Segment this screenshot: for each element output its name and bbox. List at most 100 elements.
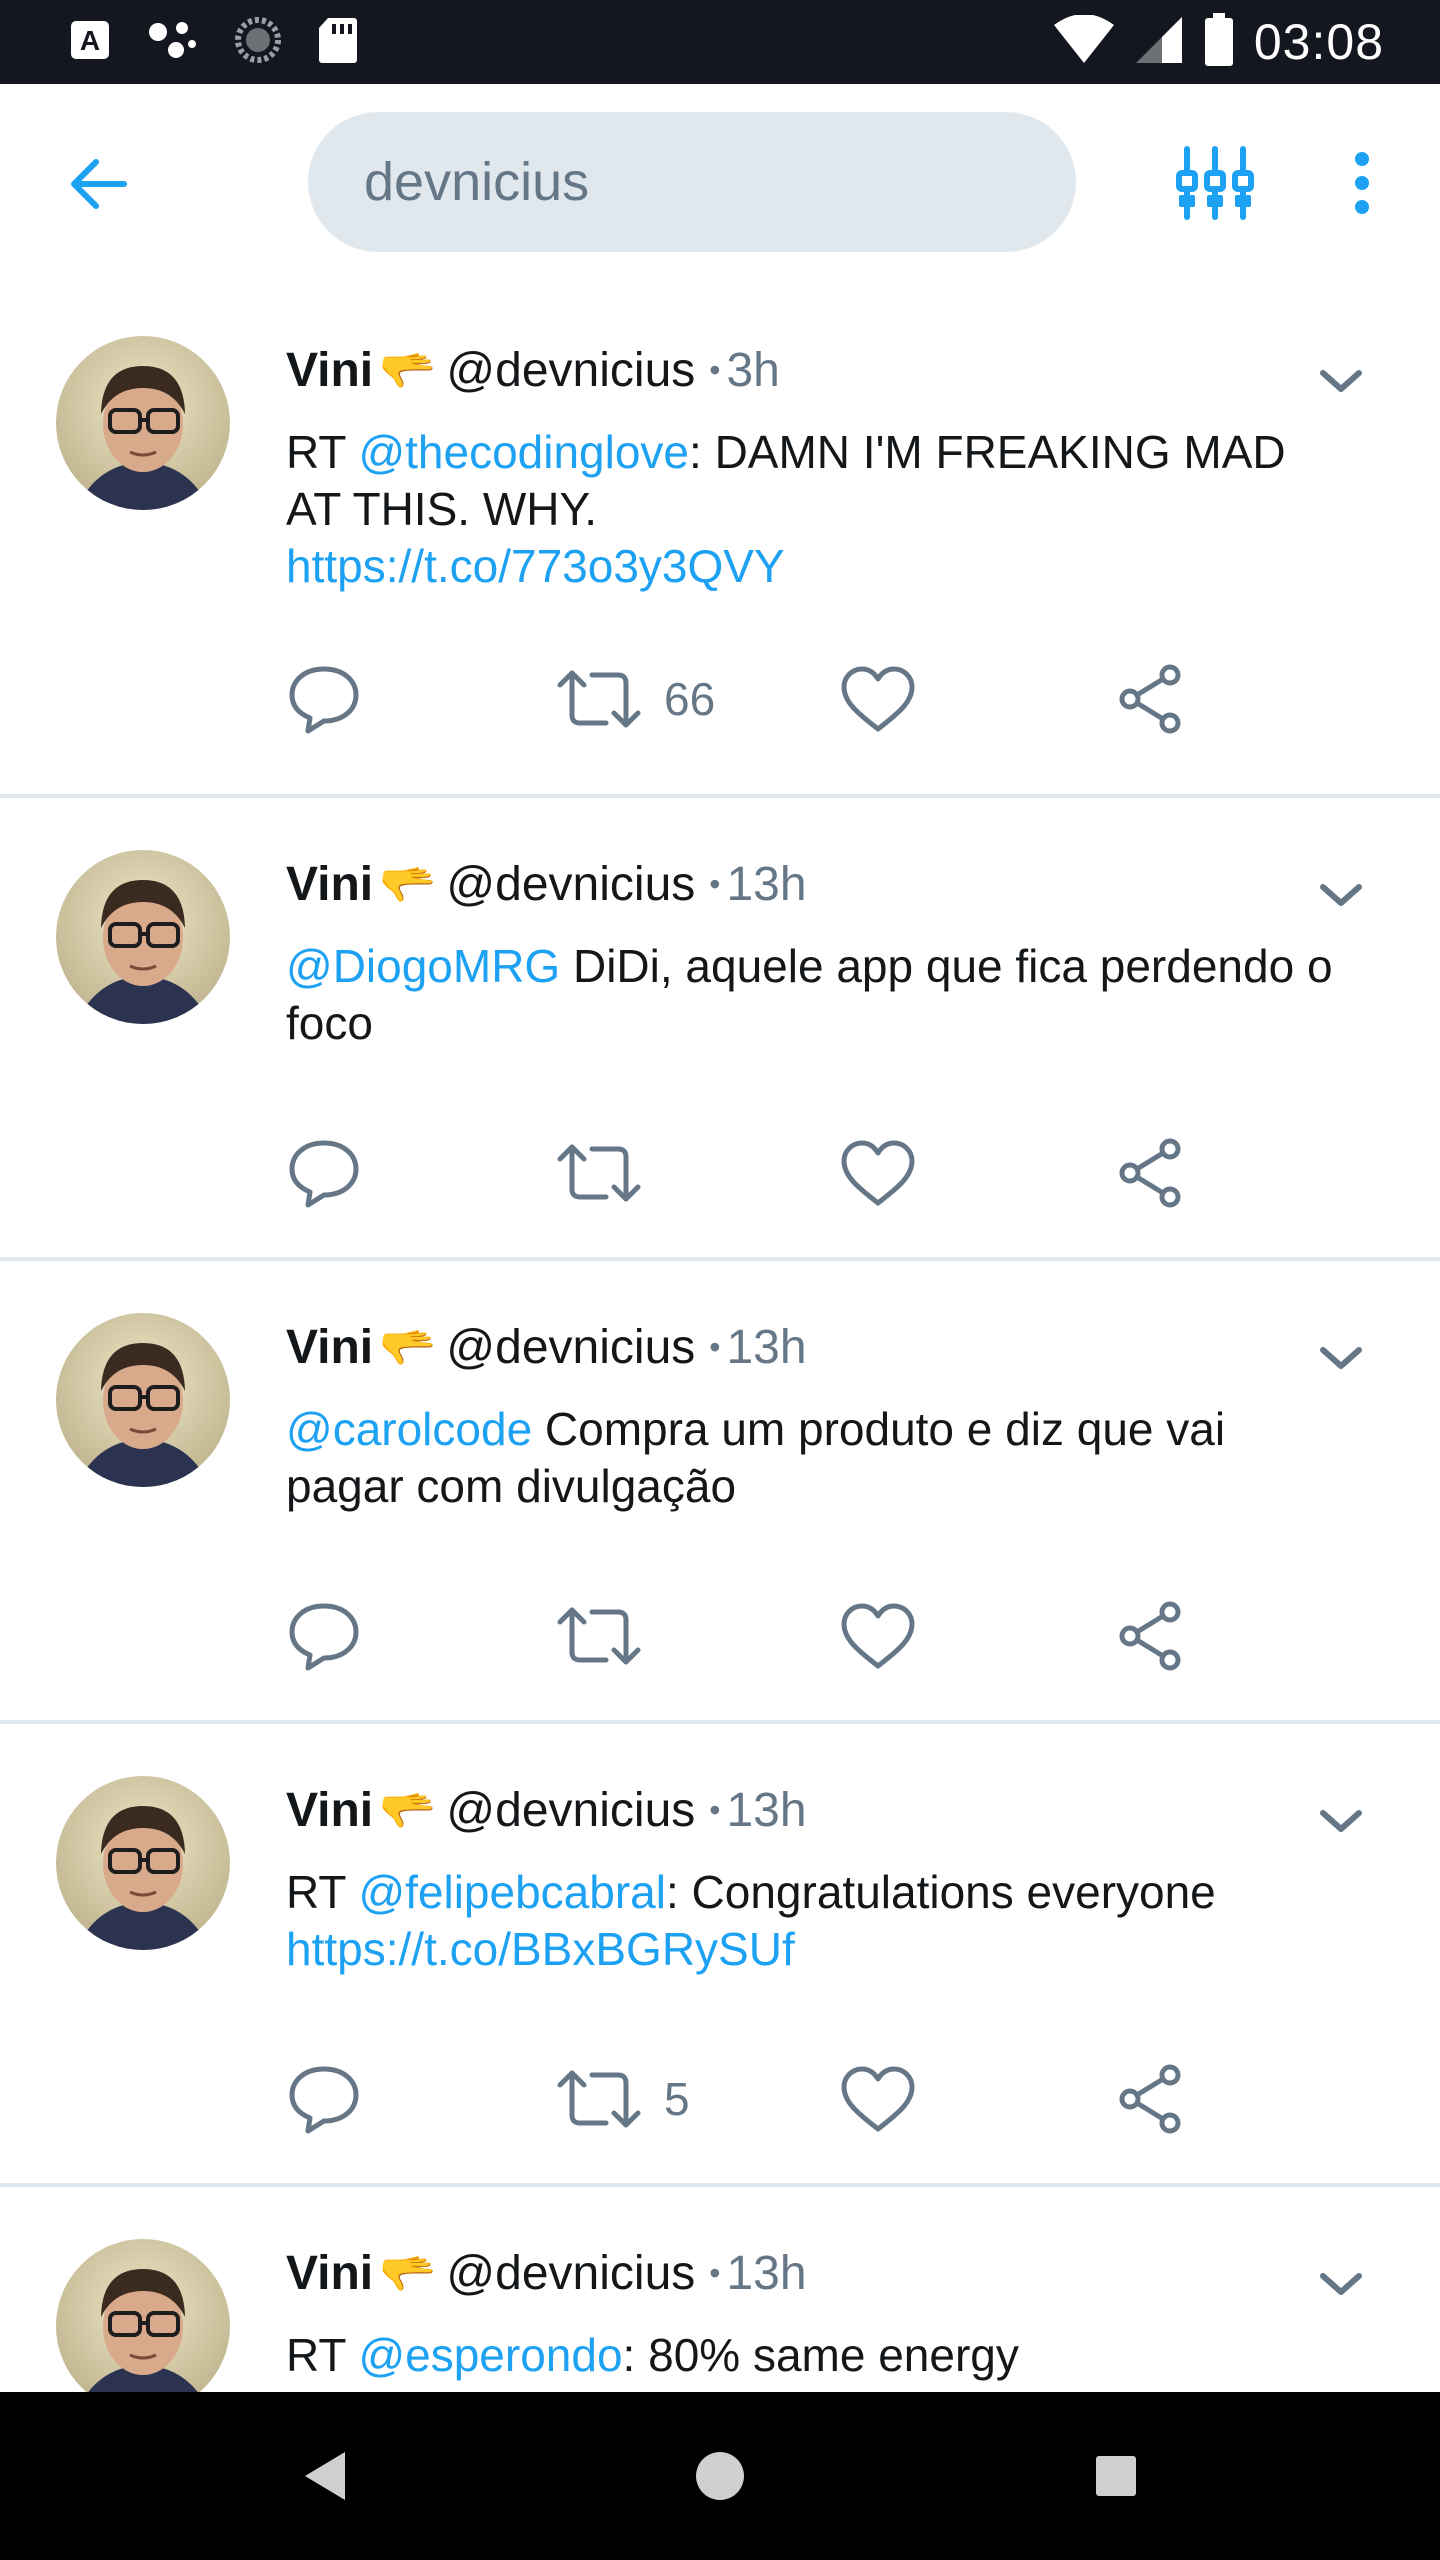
- share-button[interactable]: [1116, 2054, 1184, 2144]
- tweet-header: Vini 🫳 @devnicius • 13h: [286, 852, 807, 916]
- tweet-actions: 5: [286, 2054, 1246, 2144]
- tweet-text: @DiogoMRG DiDi, aquele app que fica perd…: [286, 938, 1346, 1052]
- tweet-menu-button[interactable]: [1306, 346, 1376, 416]
- tweet-author-handle[interactable]: @devnicius: [446, 343, 695, 398]
- avatar[interactable]: [56, 1313, 230, 1487]
- mention-link[interactable]: @carolcode: [286, 1403, 532, 1455]
- tweet-author-handle[interactable]: @devnicius: [446, 1320, 695, 1375]
- tweet-header: Vini 🫳 @devnicius • 3h: [286, 338, 780, 402]
- tweet-feed[interactable]: Vini 🫳 @devnicius • 3h RT @thecodinglove…: [0, 284, 1440, 2392]
- battery-icon: [1204, 12, 1234, 72]
- recents-square-icon: [1096, 2456, 1136, 2496]
- nav-recents-button[interactable]: [1074, 2434, 1158, 2518]
- author-emoji: 🫳: [379, 857, 437, 910]
- tweet-card[interactable]: Vini 🫳 @devnicius • 13h RT @esperondo: 8…: [0, 2187, 1440, 2392]
- separator-dot: •: [709, 865, 721, 902]
- tweet-timestamp: 13h: [726, 1783, 807, 1837]
- share-button[interactable]: [1116, 1591, 1184, 1681]
- retweet-count: 66: [664, 673, 716, 725]
- nav-back-button[interactable]: [282, 2434, 366, 2518]
- tweet-author-handle[interactable]: @devnicius: [446, 857, 695, 912]
- mention-link[interactable]: @thecodinglove: [358, 426, 689, 478]
- retweet-count: 5: [664, 2073, 690, 2125]
- retweet-button[interactable]: [556, 1128, 664, 1218]
- home-circle-icon: [696, 2452, 744, 2500]
- like-button[interactable]: [840, 1128, 916, 1218]
- reply-icon: [289, 1140, 359, 1208]
- tweet-menu-button[interactable]: [1306, 1786, 1376, 1856]
- share-icon: [1119, 1138, 1181, 1208]
- tweet-author-name[interactable]: Vini: [286, 1783, 373, 1838]
- status-bar-system: 03:08: [1053, 10, 1384, 74]
- sd-card-icon: [318, 16, 358, 69]
- separator-dot: •: [709, 351, 721, 388]
- tweet-timestamp: 3h: [726, 343, 780, 397]
- back-button[interactable]: [58, 144, 138, 224]
- mention-link[interactable]: @felipebcabral: [358, 1866, 666, 1918]
- url-link[interactable]: https://t.co/BBxBGRySUf: [286, 1923, 795, 1975]
- tweet-actions: [286, 1591, 1246, 1681]
- reply-icon: [289, 666, 359, 734]
- tweet-menu-button[interactable]: [1306, 2249, 1376, 2319]
- search-app-bar: [0, 84, 1440, 284]
- reply-button[interactable]: [286, 1591, 362, 1681]
- tweet-card[interactable]: Vini 🫳 @devnicius • 3h RT @thecodinglove…: [0, 284, 1440, 798]
- like-button[interactable]: [840, 2054, 916, 2144]
- url-link[interactable]: https://t.co/773o3y3QVY: [286, 540, 785, 592]
- tweet-text-segment: RT: [286, 1866, 359, 1918]
- tweet-header: Vini 🫳 @devnicius • 13h: [286, 1778, 807, 1842]
- tweet-header: Vini 🫳 @devnicius • 13h: [286, 1315, 807, 1379]
- share-button[interactable]: [1116, 654, 1184, 744]
- tweet-author-handle[interactable]: @devnicius: [446, 1783, 695, 1838]
- search-filter-button[interactable]: [1170, 138, 1260, 228]
- avatar[interactable]: [56, 1776, 230, 1950]
- vertical-dots-icon: [1355, 152, 1369, 214]
- separator-dot: •: [709, 1791, 721, 1828]
- reply-button[interactable]: [286, 654, 362, 744]
- retweet-icon: [557, 2070, 641, 2128]
- reply-button[interactable]: [286, 2054, 362, 2144]
- heart-icon: [841, 666, 915, 732]
- tweet-menu-button[interactable]: [1306, 860, 1376, 930]
- retweet-button[interactable]: 66: [556, 654, 715, 744]
- search-input[interactable]: [364, 112, 1024, 252]
- tweet-card[interactable]: Vini 🫳 @devnicius • 13h @DiogoMRG DiDi, …: [0, 798, 1440, 1261]
- retweet-button[interactable]: 5: [556, 2054, 690, 2144]
- avatar[interactable]: [56, 336, 230, 510]
- tweet-timestamp: 13h: [726, 1320, 807, 1374]
- like-button[interactable]: [840, 654, 916, 744]
- tweet-card[interactable]: Vini 🫳 @devnicius • 13h @carolcode Compr…: [0, 1261, 1440, 1724]
- tweet-author-name[interactable]: Vini: [286, 857, 373, 912]
- separator-dot: •: [709, 2254, 721, 2291]
- avatar[interactable]: [56, 2239, 230, 2392]
- chevron-down-icon: [1320, 1347, 1362, 1369]
- retweet-button[interactable]: [556, 1591, 664, 1681]
- mention-link[interactable]: @DiogoMRG: [286, 940, 560, 992]
- share-button[interactable]: [1116, 1128, 1184, 1218]
- tweet-author-name[interactable]: Vini: [286, 2246, 373, 2301]
- avatar[interactable]: [56, 850, 230, 1024]
- chevron-down-icon: [1320, 884, 1362, 906]
- tweet-card[interactable]: Vini 🫳 @devnicius • 13h RT @felipebcabra…: [0, 1724, 1440, 2187]
- status-bar-notifications: A: [70, 16, 358, 69]
- more-options-button[interactable]: [1330, 138, 1394, 228]
- reply-button[interactable]: [286, 1128, 362, 1218]
- tweet-author-name[interactable]: Vini: [286, 343, 373, 398]
- system-navigation-bar: [0, 2392, 1440, 2560]
- cellular-signal-icon: [1134, 15, 1184, 70]
- back-triangle-icon: [305, 2452, 345, 2500]
- tweet-author-handle[interactable]: @devnicius: [446, 2246, 695, 2301]
- like-button[interactable]: [840, 1591, 916, 1681]
- heart-icon: [841, 2066, 915, 2132]
- mention-link[interactable]: @esperondo: [358, 2329, 622, 2381]
- tweet-menu-button[interactable]: [1306, 1323, 1376, 1393]
- heart-icon: [841, 1603, 915, 1669]
- tweet-header: Vini 🫳 @devnicius • 13h: [286, 2241, 807, 2305]
- tweet-actions: [286, 1128, 1246, 1218]
- search-box[interactable]: [308, 112, 1076, 252]
- nav-home-button[interactable]: [678, 2434, 762, 2518]
- chevron-down-icon: [1320, 2273, 1362, 2295]
- tweet-author-name[interactable]: Vini: [286, 1320, 373, 1375]
- tweet-text-segment: : Congratulations everyone: [665, 1866, 1216, 1918]
- tweet-timestamp: 13h: [726, 2246, 807, 2300]
